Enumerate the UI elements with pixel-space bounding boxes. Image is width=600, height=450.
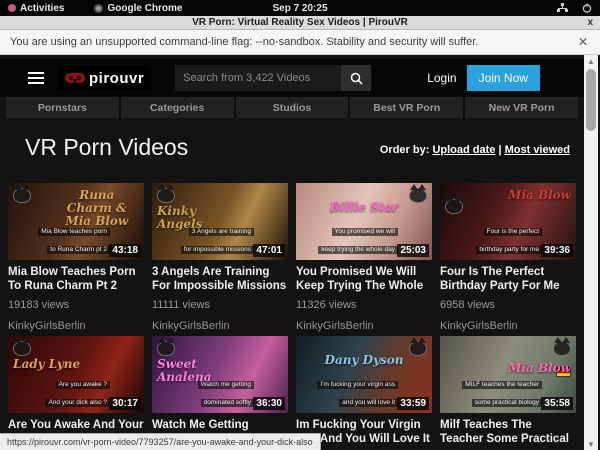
studio-link[interactable]: KinkyGirlsBerlin [152, 320, 288, 332]
join-now-button[interactable]: Join Now [467, 65, 540, 91]
window-close-icon[interactable]: x [587, 17, 593, 28]
scroll-down-icon[interactable]: ▼ [584, 438, 598, 450]
scroll-up-icon[interactable]: ▲ [584, 55, 598, 67]
duration-badge: 25:03 [397, 244, 429, 257]
video-thumbnail[interactable]: Dany Dyson I'm fucking your virgin assan… [296, 336, 432, 413]
page-heading: VR Porn Videos [25, 134, 188, 161]
thumbnail-caption: You promised we willkeep trying the whol… [300, 220, 398, 256]
thumbnail-caption: Four is the perfectbirthday party for me [444, 220, 542, 256]
duration-badge: 36:30 [253, 397, 285, 410]
system-top-bar: Activities Google Chrome Sep 7 20:25 [0, 0, 600, 16]
studio-link[interactable]: KinkyGirlsBerlin [8, 320, 144, 332]
power-icon[interactable] [582, 3, 592, 13]
vr-goggles-icon [65, 72, 85, 84]
order-by-controls: Order by: Upload date | Most viewed [380, 144, 570, 156]
thumbnail-caption: Mia Blow teaches pornto Runa Charm pt 2 [12, 220, 110, 256]
duration-badge: 47:01 [253, 244, 285, 257]
duration-badge: 35:58 [541, 397, 573, 410]
studio-cat-logo-icon [553, 341, 571, 356]
thumbnail-caption: MILF teaches the teachersome practical b… [444, 373, 542, 409]
nav-categories[interactable]: Categories [121, 97, 234, 118]
logo-text: pirouvr [89, 70, 144, 87]
video-title[interactable]: Mia Blow Teaches Porn To Runa Charm Pt 2 [8, 265, 144, 293]
order-most-viewed-link[interactable]: Most viewed [505, 144, 570, 156]
video-card[interactable]: Runa Charm & Mia Blow Mia Blow teaches p… [8, 183, 144, 332]
studio-cat-logo-icon [13, 188, 31, 203]
nav-pornstars[interactable]: Pornstars [6, 97, 119, 118]
video-thumbnail[interactable]: Billie Star You promised we willkeep try… [296, 183, 432, 260]
video-thumbnail[interactable]: Lady Lyne Are you awake ?And your dick a… [8, 336, 144, 413]
thumbnail-overlay-name: Dany Dyson [296, 354, 432, 367]
video-card[interactable]: Billie Star You promised we willkeep try… [296, 183, 432, 332]
studio-cat-logo-icon [157, 188, 175, 203]
studio-link[interactable]: KinkyGirlsBerlin [296, 320, 432, 332]
video-thumbnail[interactable]: Mia Blow Four is the perfectbirthday par… [440, 183, 576, 260]
site-header: pirouvr Login Join Now [0, 59, 584, 97]
video-title[interactable]: Four Is The Perfect Birthday Party For M… [440, 265, 576, 293]
thumbnail-caption: Are you awake ?And your dick also ? [12, 373, 110, 409]
nav-studios[interactable]: Studios [236, 97, 349, 118]
thumbnail-caption: Watch me gettingdominated softly [156, 373, 254, 409]
scrollbar-thumb[interactable] [586, 69, 596, 131]
video-thumbnail[interactable]: Mia Blow MILF teaches the teachersome pr… [440, 336, 576, 413]
system-clock[interactable]: Sep 7 20:25 [0, 3, 600, 14]
studio-cat-logo-icon [445, 199, 463, 214]
thumbnail-caption: 3 Angels are trainingfor impossible miss… [156, 220, 254, 256]
video-grid: Runa Charm & Mia Blow Mia Blow teaches p… [8, 183, 576, 450]
status-url: https://pirouvr.com/vr-porn-video/779325… [7, 437, 313, 447]
studio-cat-logo-icon [13, 341, 31, 356]
video-card[interactable]: Mia Blow MILF teaches the teachersome pr… [440, 336, 576, 450]
order-separator: | [498, 144, 501, 156]
site-logo[interactable]: pirouvr [58, 67, 151, 90]
thumbnail-overlay-name: Mia Blow [508, 189, 571, 202]
search-button[interactable] [341, 65, 371, 91]
duration-badge: 43:18 [109, 244, 141, 257]
page-title-text: VR Porn: Virtual Reality Sex Videos | Pi… [192, 17, 408, 28]
duration-badge: 30:17 [109, 397, 141, 410]
main-nav: Pornstars Categories Studios Best VR Por… [6, 97, 578, 118]
screen: Activities Google Chrome Sep 7 20:25 VR … [0, 0, 600, 450]
warning-close-icon[interactable]: ✕ [578, 35, 588, 49]
video-card[interactable]: Mia Blow Four is the perfectbirthday par… [440, 183, 576, 332]
duration-badge: 33:59 [397, 397, 429, 410]
thumbnail-overlay-name: Lady Lyne [13, 358, 80, 371]
view-count: 11111 views [152, 299, 288, 311]
browser-title-bar: VR Porn: Virtual Reality Sex Videos | Pi… [0, 16, 600, 30]
video-thumbnail[interactable]: Sweet Analena Watch me gettingdominated … [152, 336, 288, 413]
order-by-label: Order by: [380, 144, 430, 156]
nav-new-vr-porn[interactable]: New VR Porn [465, 97, 578, 118]
search-icon [350, 72, 363, 85]
search-input[interactable] [175, 65, 341, 91]
heading-row: VR Porn Videos Order by: Upload date | M… [0, 118, 584, 180]
video-title[interactable]: Milf Teaches The Teacher Some Practical … [440, 418, 576, 446]
video-title[interactable]: You Promised We Will Keep Trying The Who… [296, 265, 432, 293]
duration-badge: 39:36 [541, 244, 573, 257]
video-thumbnail[interactable]: Kinky Angels 3 Angels are trainingfor im… [152, 183, 288, 260]
network-icon[interactable] [557, 3, 568, 13]
hamburger-menu-icon[interactable] [28, 72, 44, 84]
warning-infobar: You are using an unsupported command-lin… [0, 30, 600, 55]
view-count: 6958 views [440, 299, 576, 311]
link-status-bar: https://pirouvr.com/vr-porn-video/779325… [0, 433, 321, 450]
studio-link[interactable]: KinkyGirlsBerlin [440, 320, 576, 332]
login-link[interactable]: Login [427, 71, 456, 85]
studio-cat-logo-icon [157, 341, 175, 356]
thumbnail-overlay-name: Billie Star [296, 201, 432, 214]
warning-message: You are using an unsupported command-lin… [10, 36, 478, 48]
video-thumbnail[interactable]: Runa Charm & Mia Blow Mia Blow teaches p… [8, 183, 144, 260]
scrollbar[interactable]: ▲ ▼ [584, 55, 598, 450]
video-title[interactable]: 3 Angels Are Training For Impossible Mis… [152, 265, 288, 293]
video-card[interactable]: Kinky Angels 3 Angels are trainingfor im… [152, 183, 288, 332]
nav-best-vr-porn[interactable]: Best VR Porn [350, 97, 463, 118]
page-viewport: pirouvr Login Join Now Pornstars Categor… [0, 55, 600, 450]
search-bar [175, 65, 371, 91]
thumbnail-caption: I'm fucking your virgin assand you will … [300, 373, 398, 409]
view-count: 11326 views [296, 299, 432, 311]
order-upload-date-link[interactable]: Upload date [432, 144, 495, 156]
view-count: 19183 views [8, 299, 144, 311]
